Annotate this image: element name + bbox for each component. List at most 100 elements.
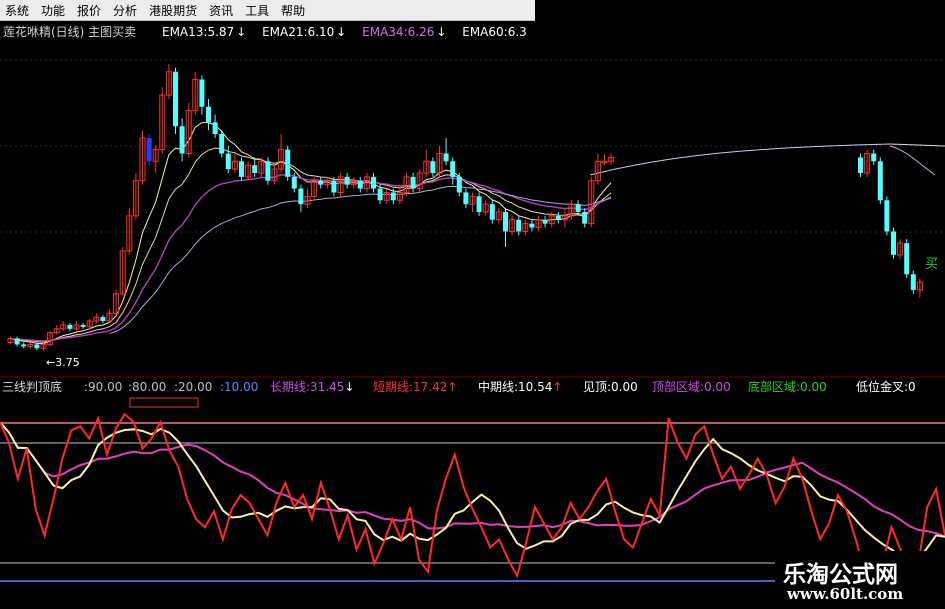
indicator-header: 三线判顶底 :90.00 :80.00 :20.00 :10.00 长期线:31… xyxy=(2,379,916,394)
candle-body xyxy=(575,204,581,212)
svg-text:长期线:31.45↓: 长期线:31.45↓ xyxy=(270,380,354,394)
ema21-value: EMA21:6.10 xyxy=(262,25,334,39)
candle-body xyxy=(529,223,535,228)
ema21-line xyxy=(10,147,612,343)
menu-quote[interactable]: 报价 xyxy=(72,2,108,19)
bottom-zone-value: 底部区域:0.00 xyxy=(748,379,827,394)
candle-body xyxy=(67,324,73,329)
menu-analysis[interactable]: 分析 xyxy=(108,2,144,19)
candle-body xyxy=(212,122,218,135)
stock-chart-canvas: 莲花咻精(日线) 主图买卖 EMA13:5.87 ↓ EMA21:6.10 ↓ EM… xyxy=(0,24,945,586)
ema34-line xyxy=(10,174,612,342)
candle-body xyxy=(516,219,522,232)
candle-body xyxy=(21,344,27,347)
candle-body xyxy=(331,180,337,193)
svg-text:短期线:17.42↑: 短期线:17.42↑ xyxy=(373,380,457,394)
ema60-line xyxy=(109,185,612,334)
low-price-marker: ←3.75 xyxy=(46,356,80,369)
candle-body xyxy=(443,153,449,162)
candle-body xyxy=(34,344,40,349)
svg-text:中期线:10.54↑: 中期线:10.54↑ xyxy=(478,379,562,394)
watermark-url: www.60lt.com xyxy=(787,585,904,603)
ema-tail-line xyxy=(889,145,936,176)
candle-body xyxy=(14,338,20,345)
candle-body xyxy=(542,219,548,224)
candle-body xyxy=(877,161,883,201)
mid-line-value: 中期线:10.54 xyxy=(478,379,552,394)
candle-body xyxy=(252,165,258,173)
mid-line-arrow: ↑ xyxy=(552,380,562,394)
candle-body xyxy=(100,317,106,322)
candle-body xyxy=(463,192,469,205)
candle-body xyxy=(357,180,363,189)
candle-body xyxy=(904,243,910,275)
watermark-name: 乐淘公式网 xyxy=(783,562,898,588)
candle-body xyxy=(555,215,561,220)
ema60-value: EMA60:6.3 xyxy=(462,25,527,39)
long-line-value: 长期线:31.45 xyxy=(270,380,344,394)
site-watermark: 乐淘公式网 www.60lt.com xyxy=(775,551,945,609)
golden-cross-value: 低位金叉:0 xyxy=(856,379,916,394)
candle-body xyxy=(291,176,297,189)
indicator-name: 三线判顶底 xyxy=(2,379,62,394)
menu-hk-futures[interactable]: 港股期货 xyxy=(144,2,204,19)
candle-body xyxy=(239,161,244,177)
ema13-value: EMA13:5.87 xyxy=(162,25,234,39)
candle-body xyxy=(489,204,495,220)
ema13-line xyxy=(10,122,612,345)
candle-body xyxy=(298,188,304,205)
level-10: :10.00 xyxy=(220,380,258,394)
level-90: :90.00 xyxy=(84,380,122,394)
candle-body xyxy=(285,149,291,177)
candle-body xyxy=(206,106,211,123)
candle-body xyxy=(390,192,396,201)
candle-body xyxy=(410,176,416,189)
level-20: :20.00 xyxy=(174,380,212,394)
menu-function[interactable]: 功能 xyxy=(36,2,72,19)
long-line-arrow: ↓ xyxy=(344,380,354,394)
menu-help[interactable]: 帮助 xyxy=(276,2,312,19)
candlesticks[interactable] xyxy=(7,63,615,351)
candle-body xyxy=(476,196,482,212)
candle-body xyxy=(199,79,205,107)
ema21-arrow: ↓ xyxy=(336,25,346,39)
ema-converge-line xyxy=(889,143,945,147)
top-signal-value: 见顶:0.00 xyxy=(583,380,638,394)
candle-body xyxy=(858,157,863,173)
ema-legend: EMA13:5.87 ↓ EMA21:6.10 ↓ EMA34:6.26 ↓ EMA6… xyxy=(162,25,527,39)
candle-body xyxy=(884,200,890,232)
candle-body xyxy=(173,71,178,127)
top-zone-value: 顶部区域:0.00 xyxy=(652,379,731,394)
ema34-value: EMA34:6.26 xyxy=(362,25,434,39)
menu-news[interactable]: 资讯 xyxy=(204,2,240,19)
menu-system[interactable]: 系统 xyxy=(0,2,36,19)
ema34-arrow: ↓ xyxy=(436,25,446,39)
candle-body xyxy=(265,161,271,181)
candle-body xyxy=(582,211,588,224)
menu-tools[interactable]: 工具 xyxy=(240,2,276,19)
candle-body xyxy=(456,176,462,193)
ema60-line-extension xyxy=(589,143,891,176)
candle-body xyxy=(80,324,86,327)
menu-bar: 系统 功能 报价 分析 港股期货 资讯 工具 帮助 xyxy=(0,0,535,21)
candle-body xyxy=(503,211,508,232)
level-80: :80.00 xyxy=(128,380,166,394)
candle-body xyxy=(318,180,324,185)
candle-body xyxy=(146,137,152,162)
candle-body xyxy=(225,153,231,170)
chart-grid xyxy=(0,59,945,378)
candle-body xyxy=(377,188,383,201)
candle-body xyxy=(371,176,376,189)
ema13-arrow: ↓ xyxy=(236,25,246,39)
candle-body xyxy=(179,126,185,154)
candle-body xyxy=(344,176,350,185)
candle-body xyxy=(871,153,877,162)
short-line-value: 短期线:17.42 xyxy=(373,380,447,394)
candle-body xyxy=(450,161,456,177)
main-title: 莲花咻精(日线) 主图买卖 xyxy=(3,24,136,39)
candle-body xyxy=(219,134,225,154)
tail-candlesticks[interactable] xyxy=(858,149,923,298)
candle-body xyxy=(910,274,916,290)
candle-body xyxy=(891,231,896,255)
short-line-arrow: ↑ xyxy=(447,380,457,394)
